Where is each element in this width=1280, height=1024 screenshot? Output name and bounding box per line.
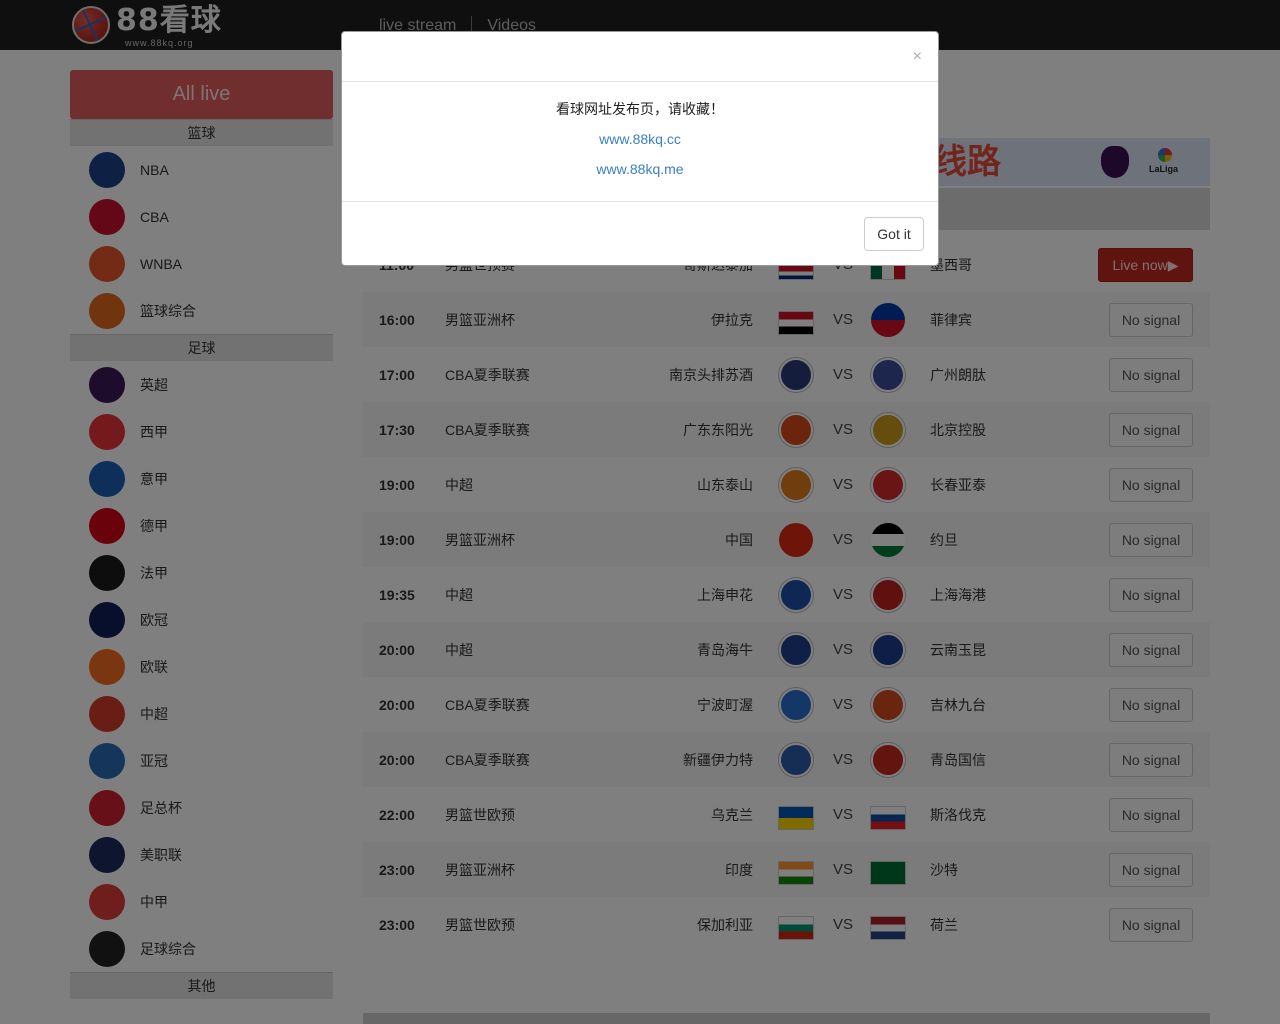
modal-link-cc[interactable]: www.88kq.cc bbox=[342, 129, 938, 149]
modal-message: 看球网址发布页，请收藏！ bbox=[556, 101, 724, 117]
modal-header: × bbox=[342, 32, 938, 82]
announcement-modal: × 看球网址发布页，请收藏！ www.88kq.cc www.88kq.me G… bbox=[341, 31, 939, 266]
modal-link-me[interactable]: www.88kq.me bbox=[342, 159, 938, 179]
modal-body: 看球网址发布页，请收藏！ www.88kq.cc www.88kq.me bbox=[342, 82, 938, 202]
modal-footer: Got it bbox=[342, 202, 938, 266]
got-it-button[interactable]: Got it bbox=[864, 217, 924, 251]
close-icon[interactable]: × bbox=[913, 49, 922, 65]
